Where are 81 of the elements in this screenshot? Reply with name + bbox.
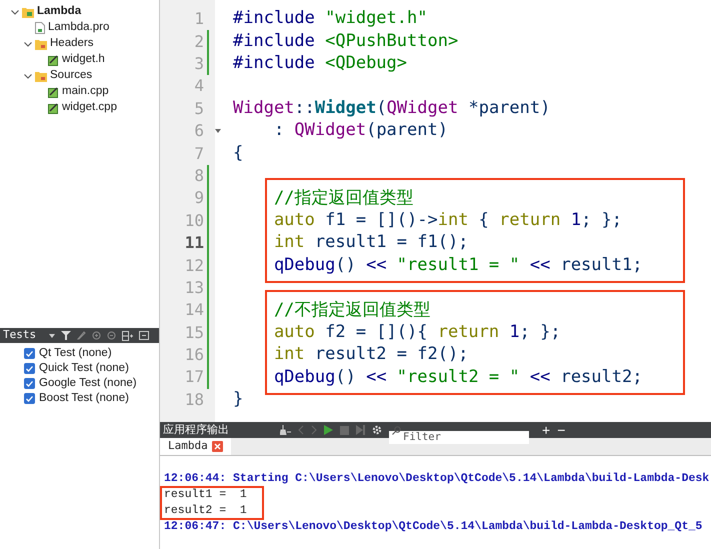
code-line: //不指定返回值类型 <box>272 298 430 322</box>
code-line: #include <QPushButton> <box>233 30 458 53</box>
code-line: #include <QDebug> <box>233 52 408 76</box>
code-line: { <box>233 142 244 165</box>
line-number: 7 <box>193 142 204 165</box>
code-line: Widget::Widget(QWidget *parent) <box>233 97 550 120</box>
line-number: 16 <box>184 344 204 366</box>
line-number: 12 <box>184 254 204 276</box>
tree-item[interactable]: Headers <box>50 35 94 53</box>
source-file-icon <box>48 54 59 66</box>
tree-item[interactable]: Lambda <box>37 3 82 21</box>
output-tab[interactable]: Lambda <box>160 438 231 455</box>
code-line: int result1 = f1(); <box>272 231 468 254</box>
line-number: 6 <box>193 120 204 142</box>
tree-item[interactable]: widget.cpp <box>62 99 117 117</box>
checkbox[interactable] <box>24 348 35 359</box>
line-number: 15 <box>184 322 204 344</box>
status-message: 12:06:47: C:\Users\Lenovo\Desktop\QtCode\5.14\Lambda\build-Lambda-Desktop_Qt_5 <box>164 519 704 535</box>
code-line: auto f2 = [](){ return 1; }; <box>272 320 561 344</box>
tree-item[interactable]: widget.h <box>62 51 105 69</box>
code-line: qDebug() << "result2 = " << result2; <box>272 366 642 389</box>
status-message: 12:06:44: Starting C:\Users\Lenovo\Desktop\QtCode\5.14\Lambda\build-Lambda-Desk <box>164 471 710 487</box>
split-icon[interactable] <box>122 330 133 340</box>
line-number: 13 <box>184 276 204 299</box>
panel-title: Tests <box>3 327 38 344</box>
line-number: 3 <box>193 52 204 75</box>
close-pane-icon[interactable] <box>139 331 149 340</box>
broom-icon[interactable] <box>280 425 291 435</box>
code-line: } <box>233 388 244 412</box>
fold-arrow-icon[interactable] <box>215 129 221 134</box>
tree-item[interactable]: Lambda.pro <box>48 19 110 37</box>
line-number: 1 <box>193 8 204 30</box>
source-file-icon <box>48 102 59 114</box>
expand-chevron-icon[interactable] <box>10 10 19 14</box>
code-line: auto f1 = []()->int { return 1; }; <box>272 208 622 232</box>
remove-button[interactable]: − <box>557 423 566 437</box>
expand-chevron-icon[interactable] <box>23 74 32 78</box>
expand-icon[interactable] <box>92 331 101 340</box>
code-line: int result2 = f2(); <box>272 343 468 366</box>
line-number: 10 <box>184 210 204 232</box>
code-line: //指定返回值类型 <box>272 186 414 210</box>
line-number: 17 <box>184 366 204 388</box>
code-line: : QWidget(parent) <box>272 119 448 142</box>
folder-icon <box>35 70 47 82</box>
run-icon[interactable] <box>324 425 333 435</box>
test-label: Quick Test (none) <box>39 360 129 376</box>
expand-chevron-icon[interactable] <box>23 42 32 46</box>
pane-title: 应用程序输出 <box>163 422 230 438</box>
output-line: result1 = 1 <box>164 487 248 503</box>
project-folder-icon <box>22 6 34 18</box>
source-file-icon <box>48 86 59 98</box>
code-line: qDebug() << "result1 = " << result1; <box>272 254 642 277</box>
checkbox[interactable] <box>24 393 35 404</box>
tree-item[interactable]: Sources <box>50 67 92 85</box>
collapse-icon[interactable] <box>107 331 116 340</box>
line-number: 5 <box>193 98 204 120</box>
settings-icon[interactable] <box>372 425 382 435</box>
add-button[interactable]: + <box>542 423 550 437</box>
line-number: 2 <box>193 30 204 53</box>
test-label: Google Test (none) <box>39 376 137 391</box>
search-icon <box>392 426 401 434</box>
pen-icon[interactable] <box>77 331 86 340</box>
line-number: 11 <box>184 232 204 254</box>
filter-icon[interactable] <box>61 331 71 340</box>
folder-icon <box>35 38 47 50</box>
dropdown-icon[interactable] <box>49 334 55 338</box>
line-number: 8 <box>193 164 204 187</box>
tree-item[interactable]: main.cpp <box>62 83 109 101</box>
line-number: 9 <box>193 187 204 210</box>
output-line: result2 = 1 <box>164 503 248 519</box>
code-line: #include "widget.h" <box>233 7 428 30</box>
checkbox[interactable] <box>24 378 35 389</box>
file-icon <box>35 22 45 34</box>
line-number: 14 <box>184 299 204 322</box>
close-icon[interactable] <box>212 441 223 452</box>
line-number: 4 <box>193 75 204 98</box>
test-label: Boost Test (none) <box>39 390 129 406</box>
filter-field[interactable]: Filter <box>389 430 529 444</box>
line-number: 18 <box>184 388 204 411</box>
test-label: Qt Test (none) <box>39 346 112 361</box>
checkbox[interactable] <box>24 363 35 374</box>
